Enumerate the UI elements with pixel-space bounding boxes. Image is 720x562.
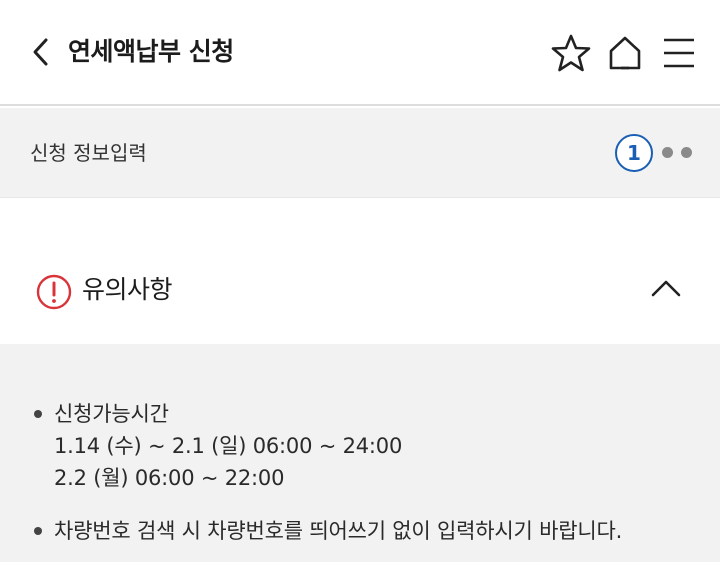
exclamation-circle-icon bbox=[36, 274, 72, 310]
chevron-up-icon bbox=[651, 280, 681, 297]
chevron-left-icon bbox=[33, 38, 48, 66]
bullet-dot bbox=[34, 527, 42, 535]
notice-title: 유의사항 bbox=[82, 275, 173, 304]
hamburger-menu-icon bbox=[664, 38, 694, 68]
menu-button[interactable] bbox=[658, 32, 700, 74]
notice-item-line: 1.14 (수) ~ 2.1 (일) 06:00 ~ 24:00 bbox=[54, 434, 403, 458]
star-icon bbox=[551, 34, 591, 72]
step-label: 신청 정보입력 bbox=[30, 141, 147, 165]
notice-item-title: 신청가능시간 bbox=[54, 402, 169, 426]
step-dot bbox=[662, 147, 673, 158]
notice-item-title: 차량번호 검색 시 차량번호를 띄어쓰기 없이 입력하시기 바랍니다. bbox=[54, 519, 623, 543]
bullet-dot bbox=[34, 410, 42, 418]
favorite-button[interactable] bbox=[550, 32, 592, 74]
notice-item-line: 2.2 (월) 06:00 ~ 22:00 bbox=[54, 466, 285, 490]
home-icon bbox=[609, 36, 641, 70]
back-button[interactable] bbox=[26, 34, 56, 70]
step-dot bbox=[681, 147, 692, 158]
home-button[interactable] bbox=[604, 32, 646, 74]
page-title: 연세액납부 신청 bbox=[68, 37, 234, 66]
step-indicator-bar: 신청 정보입력 bbox=[0, 108, 720, 198]
current-step-number: 1 bbox=[615, 134, 653, 172]
collapse-toggle-button[interactable] bbox=[648, 274, 684, 302]
